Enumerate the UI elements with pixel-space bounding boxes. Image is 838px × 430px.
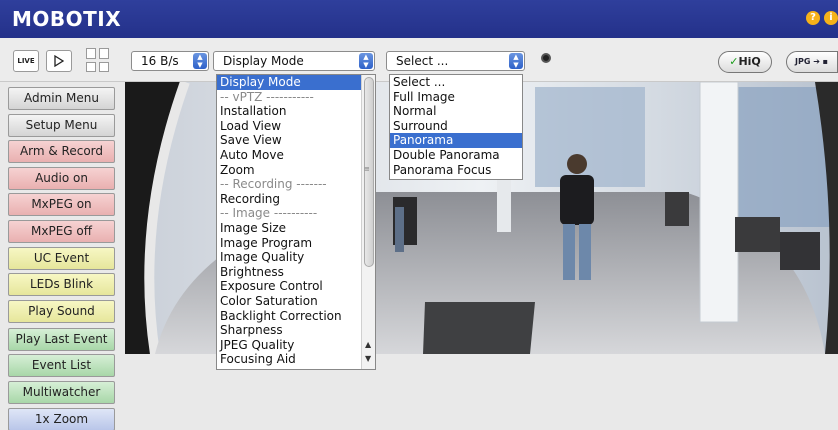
menu-item-backlight-correction[interactable]: Backlight Correction: [217, 309, 375, 324]
jpg-label: JPG: [795, 57, 811, 66]
mobotix-live-page: MOBOTIX ? i LIVE 16 B/s ▲ ▼ Display Mode …: [0, 0, 838, 430]
mxpeg-on-button[interactable]: MxPEG on: [8, 193, 115, 216]
person-figure-2: [393, 197, 417, 252]
display-mode-value: Display Mode: [223, 54, 304, 68]
play-last-event-button[interactable]: Play Last Event: [8, 328, 115, 351]
menu-item-select[interactable]: Select ...: [390, 75, 522, 90]
view-select-value: Select ...: [396, 54, 449, 68]
grid-cell: [86, 48, 96, 59]
menu-separator-image: -- Image ----------: [220, 206, 318, 221]
menu-separator-vptz: -- vPTZ -----------: [220, 89, 314, 104]
uc-event-button[interactable]: UC Event: [8, 247, 115, 270]
play-sound-button[interactable]: Play Sound: [8, 300, 115, 323]
multiview-grid-icon[interactable]: [86, 48, 110, 72]
header-icons: ? i: [806, 11, 838, 25]
menu-item-sharpness[interactable]: Sharpness: [217, 323, 375, 338]
menu-item-load-view[interactable]: Load View: [217, 119, 375, 134]
player-button[interactable]: [46, 50, 72, 72]
header-bar: MOBOTIX ? i: [0, 0, 838, 38]
menu-item-recording[interactable]: Recording: [217, 192, 375, 207]
menu-item-exposure-control[interactable]: Exposure Control: [217, 279, 375, 294]
menu-item-panorama-focus[interactable]: Panorama Focus: [390, 163, 522, 178]
multiwatcher-button[interactable]: Multiwatcher: [8, 381, 115, 404]
play-icon: [54, 55, 64, 67]
menu-item-brightness[interactable]: Brightness: [217, 265, 375, 280]
select-arrows-icon: ▲ ▼: [359, 53, 373, 69]
leds-blink-button[interactable]: LEDs Blink: [8, 273, 115, 296]
menu-item-panorama[interactable]: Panorama: [390, 133, 522, 148]
sidebar: Admin Menu Setup Menu Arm & Record Audio…: [0, 82, 122, 430]
menu-item-save-view[interactable]: Save View: [217, 133, 375, 148]
view-dropdown[interactable]: Select ... Full Image Normal Surround Pa…: [389, 74, 523, 180]
frame-rate-select[interactable]: 16 B/s ▲ ▼: [131, 51, 209, 71]
frame-rate-value: 16 B/s: [141, 54, 179, 68]
live-button[interactable]: LIVE: [13, 50, 39, 72]
select-arrows-icon: ▲ ▼: [193, 53, 207, 69]
menu-item-full-image[interactable]: Full Image: [390, 90, 522, 105]
select-arrows-icon: ▲ ▼: [509, 53, 523, 69]
grid-cell: [99, 61, 109, 72]
grid-cell: [86, 61, 96, 72]
menu-item-double-panorama[interactable]: Double Panorama: [390, 148, 522, 163]
menu-item-normal[interactable]: Normal: [390, 104, 522, 119]
menu-item-display-mode[interactable]: Display Mode: [217, 75, 375, 90]
help-icon[interactable]: ?: [806, 11, 820, 25]
menu-item-color-saturation[interactable]: Color Saturation: [217, 294, 375, 309]
menu-separator-recording: -- Recording -------: [220, 177, 327, 192]
mxpeg-off-button[interactable]: MxPEG off: [8, 220, 115, 243]
hiq-button[interactable]: ✓HiQ: [718, 51, 772, 73]
admin-menu-button[interactable]: Admin Menu: [8, 87, 115, 110]
dropdown-scrollbar[interactable]: ≡ ▲ ▼: [361, 75, 375, 369]
info-icon[interactable]: i: [824, 11, 838, 25]
jpg-export-button[interactable]: JPG ➔ ▪: [786, 51, 838, 73]
arm-record-button[interactable]: Arm & Record: [8, 140, 115, 163]
display-mode-dropdown[interactable]: Display Mode -- vPTZ ----------- Install…: [216, 74, 376, 370]
menu-item-image-program[interactable]: Image Program: [217, 236, 375, 251]
zoom-1x-button[interactable]: 1x Zoom: [8, 408, 115, 430]
menu-item-installation[interactable]: Installation: [217, 104, 375, 119]
menu-item-focusing-aid[interactable]: Focusing Aid: [217, 352, 375, 367]
menu-item-surround[interactable]: Surround: [390, 119, 522, 134]
hiq-label: HiQ: [738, 55, 761, 68]
scroll-down-icon[interactable]: ▼: [365, 354, 371, 363]
scroll-grip-icon: ≡: [364, 165, 370, 173]
menu-item-jpeg-quality[interactable]: JPEG Quality: [217, 338, 375, 353]
menu-item-zoom[interactable]: Zoom: [217, 163, 375, 178]
view-select[interactable]: Select ... ▲ ▼: [386, 51, 525, 71]
setup-menu-button[interactable]: Setup Menu: [8, 114, 115, 137]
grid-cell: [99, 48, 109, 59]
event-list-button[interactable]: Event List: [8, 354, 115, 377]
record-indicator-icon[interactable]: [541, 53, 551, 63]
scroll-up-icon[interactable]: ▲: [365, 340, 371, 349]
menu-item-auto-move[interactable]: Auto Move: [217, 148, 375, 163]
menu-item-image-quality[interactable]: Image Quality: [217, 250, 375, 265]
display-mode-select[interactable]: Display Mode ▲ ▼: [213, 51, 375, 71]
audio-on-button[interactable]: Audio on: [8, 167, 115, 190]
menu-item-image-size[interactable]: Image Size: [217, 221, 375, 236]
brand-logo: MOBOTIX: [12, 7, 122, 31]
